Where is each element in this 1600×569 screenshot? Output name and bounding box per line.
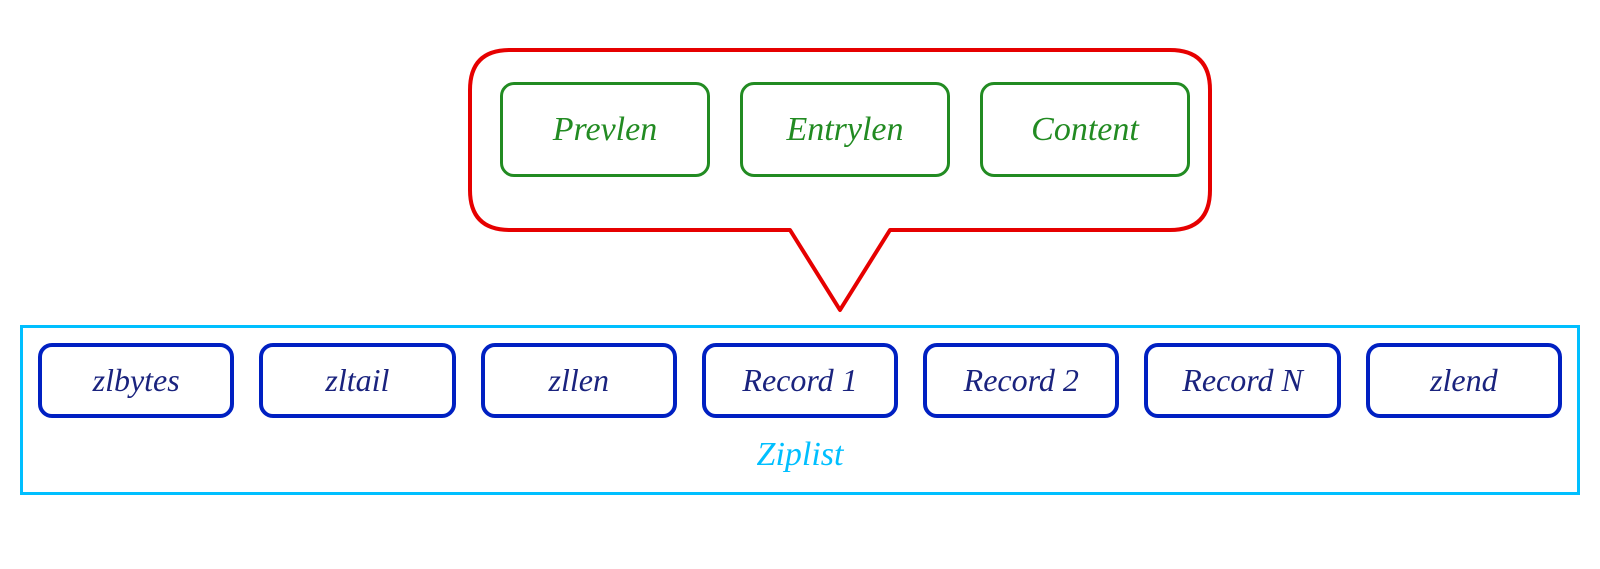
ziplist-item-zlend: zlend — [1366, 343, 1562, 418]
ziplist-item-label: Record 2 — [964, 362, 1079, 399]
ziplist-item-zllen: zllen — [481, 343, 677, 418]
ziplist-row: zlbytes zltail zllen Record 1 Record 2 R… — [38, 343, 1562, 418]
record-detail-callout: Prevlen Entrylen Content — [460, 40, 1220, 320]
ziplist-item-label: zllen — [549, 362, 609, 399]
ziplist-item-label: Record N — [1182, 362, 1303, 399]
callout-item-label: Prevlen — [553, 111, 657, 149]
ziplist-item-record-n: Record N — [1144, 343, 1340, 418]
ziplist-item-record-1: Record 1 — [702, 343, 898, 418]
callout-item-entrylen: Entrylen — [740, 82, 950, 177]
ziplist-item-label: zlend — [1430, 362, 1498, 399]
callout-item-label: Content — [1031, 111, 1139, 149]
ziplist-item-zlbytes: zlbytes — [38, 343, 234, 418]
ziplist-item-label: zlbytes — [93, 362, 180, 399]
ziplist-label: Ziplist — [38, 436, 1562, 474]
callout-item-prevlen: Prevlen — [500, 82, 710, 177]
callout-item-label: Entrylen — [786, 111, 903, 149]
ziplist-item-label: zltail — [325, 362, 389, 399]
callout-item-content: Content — [980, 82, 1190, 177]
ziplist-item-record-2: Record 2 — [923, 343, 1119, 418]
callout-content-row: Prevlen Entrylen Content — [500, 82, 1190, 177]
ziplist-item-zltail: zltail — [259, 343, 455, 418]
ziplist-item-label: Record 1 — [742, 362, 857, 399]
ziplist-container: zlbytes zltail zllen Record 1 Record 2 R… — [20, 325, 1580, 495]
